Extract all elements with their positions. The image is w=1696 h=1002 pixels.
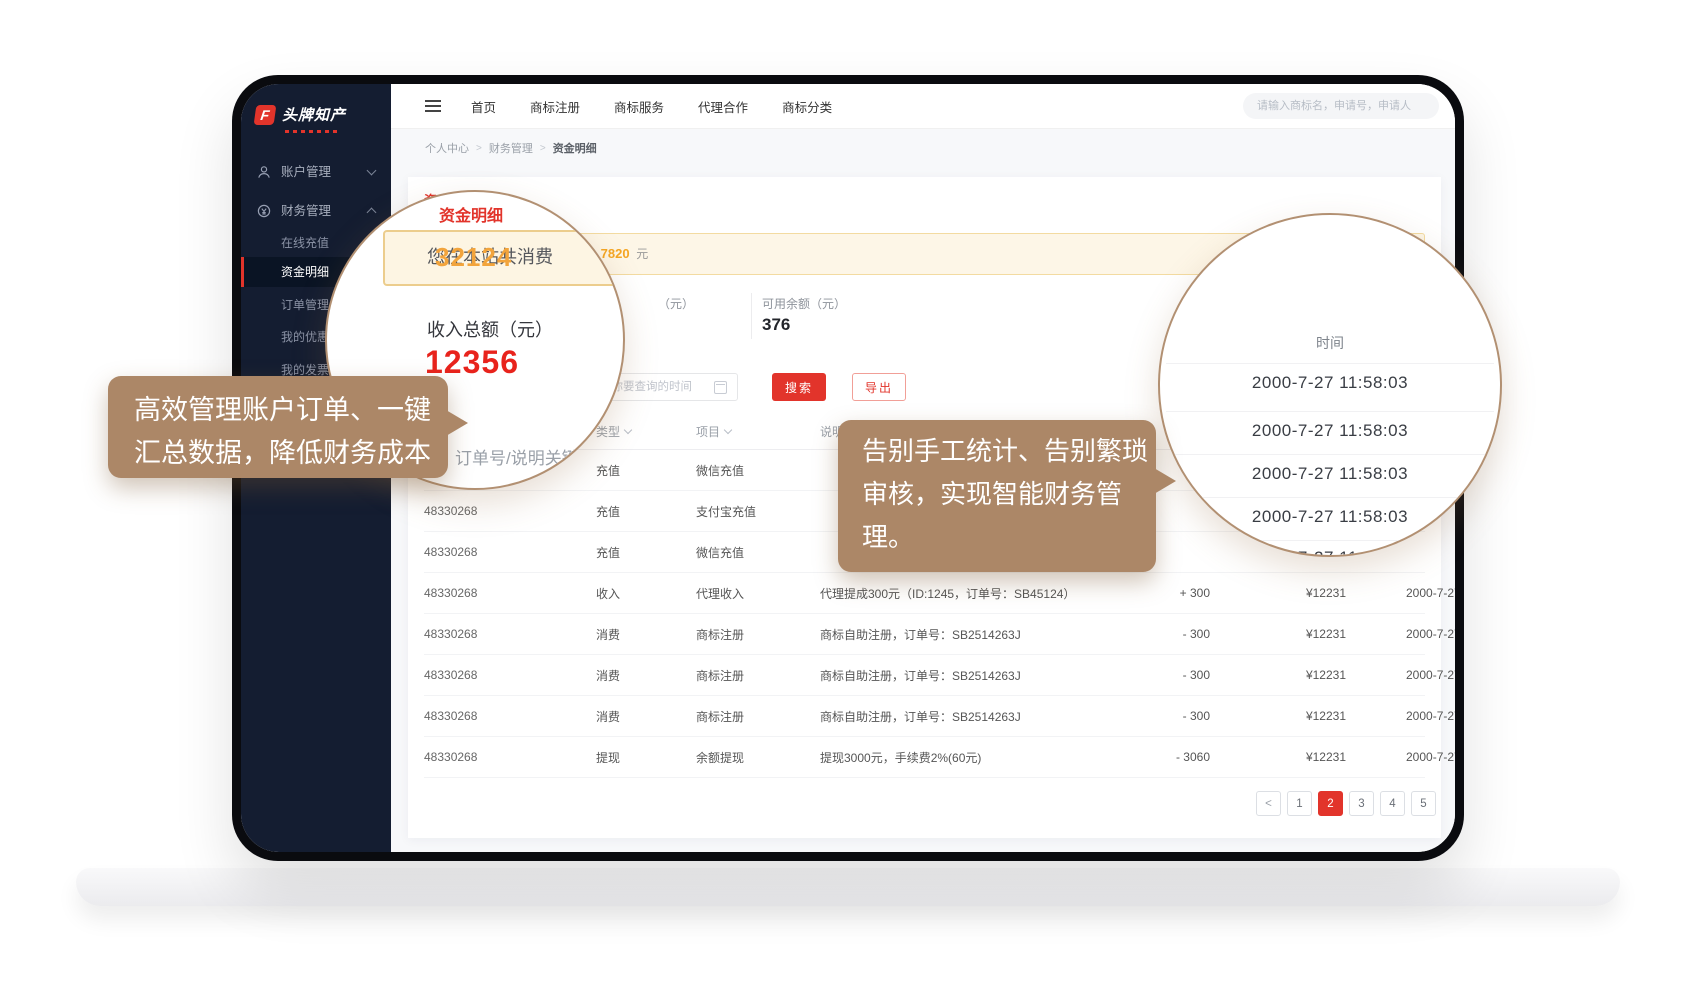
- chevron-up-icon: [367, 208, 377, 218]
- sidebar-item-label: 账户管理: [281, 158, 368, 186]
- magnified-consumption-banner: 您在本站共消费32124: [383, 230, 625, 286]
- table-row: 48330268 消费 商标注册 商标自助注册，订单号：SB2514263J -…: [424, 655, 1425, 696]
- table-row: 48330268 消费 商标注册 商标自助注册，订单号：SB2514263J -…: [424, 614, 1425, 655]
- global-search-input[interactable]: [1243, 93, 1439, 119]
- time-cell-clipped: 2000-7-27 11:58:03: [1406, 627, 1455, 641]
- time-cell-clipped: 2000-7-27 11:58:03: [1406, 750, 1455, 764]
- row-divider: [1166, 540, 1494, 541]
- logo-icon: F: [254, 105, 277, 125]
- magnified-banner-amount: 32124: [435, 232, 512, 282]
- pagination-page-5[interactable]: 5: [1411, 791, 1436, 816]
- breadcrumb-item[interactable]: 个人中心: [425, 140, 469, 156]
- magnified-time-row: 2000-7-27 11:58:03: [1160, 464, 1500, 484]
- breadcrumb-separator: >: [476, 143, 482, 154]
- sidebar-item-account[interactable]: 账户管理: [241, 158, 391, 186]
- logo-subtext-ticks: [285, 130, 337, 133]
- magnified-title-fragment: 明细: [595, 205, 625, 226]
- nav-link-trademark-register[interactable]: 商标注册: [530, 97, 580, 116]
- user-icon: [257, 165, 271, 179]
- callout-right-text: 告别手工统计、告别繁琐 审核，实现智能财务管 理。: [862, 430, 1148, 559]
- table-row: 48330268 消费 商标注册 商标自助注册，订单号：SB2514263J -…: [424, 696, 1425, 737]
- magnified-income-value: 12356: [425, 344, 519, 381]
- time-cell-clipped: 2000-7-27 11:58:03: [1406, 668, 1455, 682]
- chevron-down-icon: [367, 166, 377, 176]
- breadcrumb-current: 资金明细: [553, 140, 597, 156]
- pagination: < 1 2 3 4 5: [1256, 791, 1436, 816]
- time-cell-clipped: 2000-7-27 11:58:03: [1406, 709, 1455, 723]
- magnified-order-column-header: 订单号/说明关键词: [455, 444, 596, 469]
- breadcrumb: 个人中心 > 财务管理 > 资金明细: [391, 129, 1455, 167]
- calendar-icon[interactable]: [714, 381, 727, 394]
- magnified-page-title: 资金明细: [439, 202, 503, 226]
- nav-link-trademark-category[interactable]: 商标分类: [782, 97, 832, 116]
- hamburger-menu-icon[interactable]: [425, 105, 441, 107]
- callout-left-text: 高效管理账户订单、一键 汇总数据，降低财务成本: [134, 389, 431, 475]
- row-divider: [1166, 411, 1494, 412]
- magnified-time-row: 2000-7-27 11:58:03: [1160, 507, 1500, 527]
- logo-title: 头牌知产: [282, 104, 346, 125]
- pagination-page-3[interactable]: 3: [1349, 791, 1374, 816]
- magnified-income-label: 收入总额（元）: [427, 316, 553, 342]
- breadcrumb-item[interactable]: 财务管理: [489, 140, 533, 156]
- stat-balance-label: 可用余额（元）: [762, 295, 846, 312]
- banner-unit: 元: [636, 247, 648, 261]
- magnified-time-row: 2000-7-27 11:58:03: [1160, 421, 1500, 441]
- sidebar-item-finance[interactable]: 财务管理: [241, 197, 391, 225]
- search-button[interactable]: 搜索: [772, 373, 826, 401]
- magnified-time-header: 时间: [1160, 333, 1500, 353]
- export-button[interactable]: 导出: [852, 373, 906, 401]
- row-divider: [1166, 454, 1494, 455]
- pagination-page-4[interactable]: 4: [1380, 791, 1405, 816]
- top-nav: 首页 商标注册 商标服务 代理合作 商标分类: [471, 97, 832, 116]
- table-row: 48330268 收入 代理收入 代理提成300元（ID:1245，订单号：SB…: [424, 573, 1425, 614]
- magnifier-circle-right: 时间 2000-7-27 11:58:03 2000-7-27 11:58:03…: [1158, 213, 1502, 557]
- finance-icon: [257, 204, 271, 218]
- logo: F 头牌知产: [255, 104, 346, 125]
- table-row: 48330268 提现 余额提现 提现3000元，手续费2%(60元) - 30…: [424, 737, 1425, 778]
- row-divider: [1166, 363, 1494, 364]
- nav-link-agent-cooperation[interactable]: 代理合作: [698, 97, 748, 116]
- stat-divider: [751, 293, 752, 339]
- sidebar-item-label: 财务管理: [281, 197, 368, 225]
- time-cell-clipped: 2000-7-27 11:58:03: [1406, 586, 1455, 600]
- topbar: 首页 商标注册 商标服务 代理合作 商标分类: [391, 84, 1455, 129]
- stat-expense-unit-label: （元）: [658, 295, 694, 312]
- sort-caret-icon: [724, 425, 732, 433]
- pagination-page-2[interactable]: 2: [1318, 791, 1343, 816]
- callout-arrow-icon: [1154, 468, 1176, 494]
- header-type[interactable]: 类型: [596, 423, 696, 440]
- pagination-page-1[interactable]: 1: [1287, 791, 1312, 816]
- laptop-base: [76, 868, 1620, 906]
- stat-balance-value: 376: [762, 315, 790, 335]
- callout-arrow-icon: [446, 410, 468, 436]
- callout-left: 高效管理账户订单、一键 汇总数据，降低财务成本: [108, 376, 448, 478]
- pagination-prev-button[interactable]: <: [1256, 791, 1281, 816]
- breadcrumb-separator: >: [540, 143, 546, 154]
- magnified-time-row: 2000-7-27 11:58:03: [1160, 373, 1500, 393]
- callout-right: 告别手工统计、告别繁琐 审核，实现智能财务管 理。: [838, 420, 1156, 572]
- sort-caret-icon: [624, 425, 632, 433]
- screenshot-stage: F 头牌知产 账户管理 财务管理: [0, 0, 1696, 1002]
- row-divider: [1166, 497, 1494, 498]
- nav-link-home[interactable]: 首页: [471, 97, 496, 116]
- header-project[interactable]: 项目: [696, 423, 820, 440]
- nav-link-trademark-service[interactable]: 商标服务: [614, 97, 664, 116]
